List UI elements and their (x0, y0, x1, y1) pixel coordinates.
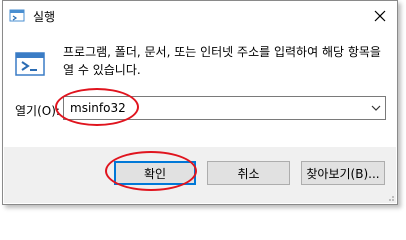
ok-button[interactable]: 확인 (114, 161, 196, 185)
title-bar: 실행 (3, 1, 397, 31)
window-title: 실행 (33, 10, 56, 24)
chevron-down-icon[interactable] (371, 103, 381, 113)
close-button[interactable] (369, 5, 391, 27)
resize-grip-icon[interactable] (385, 192, 395, 202)
open-label: 열기(O): (15, 104, 60, 118)
dialog-description: 프로그램, 폴더, 문서, 또는 인터넷 주소를 입력하여 해당 항목을 열 수… (63, 45, 381, 77)
run-dialog: 실행 프로그램, 폴더, 문서, 또는 인터넷 주소를 입력하여 해당 항목을 … (2, 0, 398, 205)
browse-button[interactable]: 찾아보기(B)... (301, 161, 385, 185)
open-combobox[interactable]: msinfo32 (63, 96, 386, 120)
run-app-icon (9, 9, 25, 22)
open-input[interactable]: msinfo32 (70, 101, 126, 115)
cancel-button[interactable]: 취소 (207, 161, 290, 185)
close-icon (374, 10, 386, 22)
run-icon (15, 52, 45, 76)
